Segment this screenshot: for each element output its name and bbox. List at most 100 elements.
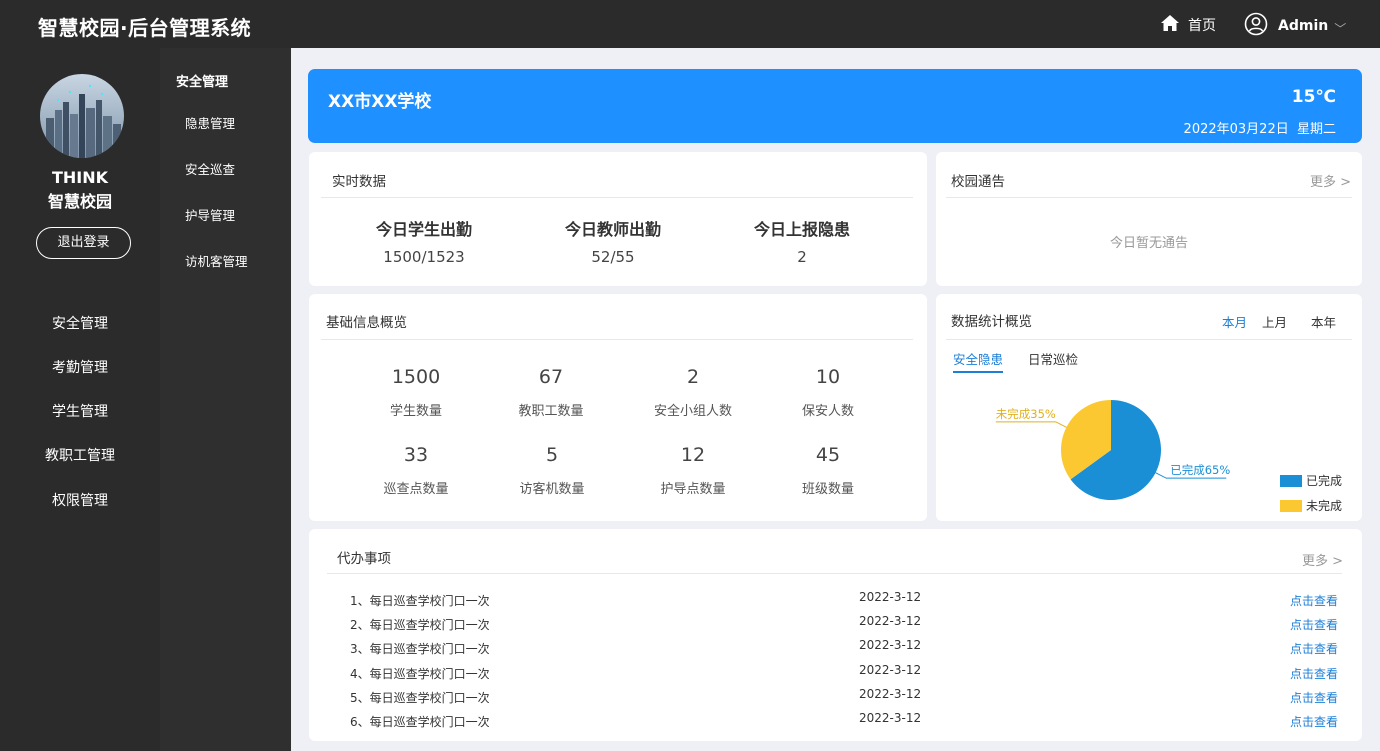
home-label: 首页 bbox=[1188, 18, 1216, 34]
notice-title: 校园通告 bbox=[951, 174, 1005, 190]
view-link[interactable]: 点击查看 bbox=[1290, 592, 1338, 609]
info-number: 33 bbox=[403, 444, 429, 466]
home-link[interactable]: 首页 bbox=[1160, 14, 1216, 36]
info-patrol-points: 33 巡查点数量 bbox=[346, 444, 486, 497]
todo-row: 1、每日巡查学校门口一次 2022-3-12 点击查看 bbox=[350, 590, 1340, 612]
realtime-title: 实时数据 bbox=[332, 174, 386, 190]
legend-incomplete: 未完成 bbox=[1280, 497, 1342, 514]
info-label: 护导点数量 bbox=[660, 482, 726, 497]
info-security-guards: 10 保安人数 bbox=[758, 366, 898, 419]
todo-text: 2、每日巡查学校门口一次 bbox=[350, 618, 490, 632]
info-label: 巡查点数量 bbox=[383, 482, 449, 497]
info-number: 1500 bbox=[391, 366, 441, 388]
todo-date: 2022-3-12 bbox=[859, 711, 922, 725]
stat-teacher-attendance: 今日教师出勤 52/55 bbox=[533, 216, 693, 266]
pie-data-label: 已完成65% bbox=[1170, 463, 1230, 477]
info-students: 1500 学生数量 bbox=[346, 366, 486, 419]
school-banner: XX市XX学校 15℃ 2022年03月22日 星期二 bbox=[308, 69, 1362, 143]
divider bbox=[946, 197, 1352, 198]
todo-row: 4、每日巡查学校门口一次 2022-3-12 点击查看 bbox=[350, 663, 1340, 685]
legend-label: 已完成 bbox=[1306, 474, 1343, 488]
sidebar-item-attendance[interactable]: 考勤管理 bbox=[0, 357, 160, 377]
subnav-item-hazard[interactable]: 隐患管理 bbox=[185, 113, 235, 132]
subnav-title: 安全管理 bbox=[176, 75, 229, 90]
user-name: Admin bbox=[1278, 18, 1329, 34]
todo-row: 2、每日巡查学校门口一次 2022-3-12 点击查看 bbox=[350, 614, 1340, 636]
stat-label: 今日上报隐患 bbox=[753, 220, 850, 239]
divider bbox=[321, 339, 913, 340]
sidebar-item-safety[interactable]: 安全管理 bbox=[0, 313, 160, 333]
weekday-text: 星期二 bbox=[1296, 122, 1336, 137]
info-label: 教职工数量 bbox=[518, 404, 584, 419]
user-menu[interactable]: Admin ﹀ bbox=[1244, 12, 1346, 40]
todo-title: 代办事项 bbox=[337, 551, 391, 567]
chevron-down-icon: ﹀ bbox=[1334, 21, 1347, 36]
sidebar-item-staff[interactable]: 教职工管理 bbox=[0, 445, 160, 465]
sub-nav: 安全管理 隐患管理 安全巡查 护导管理 访机客管理 bbox=[160, 48, 291, 751]
view-link[interactable]: 点击查看 bbox=[1290, 713, 1338, 730]
info-number: 67 bbox=[538, 366, 564, 388]
todo-text: 6、每日巡查学校门口一次 bbox=[350, 715, 490, 729]
todo-date: 2022-3-12 bbox=[859, 638, 922, 652]
date-text: 2022年03月22日 bbox=[1183, 122, 1289, 137]
todo-row: 6、每日巡查学校门口一次 2022-3-12 点击查看 bbox=[350, 711, 1340, 733]
subnav-item-visitor[interactable]: 访机客管理 bbox=[185, 251, 248, 270]
info-visitor-machines: 5 访客机数量 bbox=[482, 444, 622, 497]
info-classes: 45 班级数量 bbox=[758, 444, 898, 497]
info-number: 10 bbox=[815, 366, 841, 388]
pie-leader-line bbox=[995, 421, 1067, 428]
todo-row: 3、每日巡查学校门口一次 2022-3-12 点击查看 bbox=[350, 638, 1340, 660]
school-name: XX市XX学校 bbox=[328, 92, 432, 112]
info-number: 2 bbox=[686, 366, 700, 388]
avatar bbox=[40, 74, 124, 158]
todo-more-link[interactable]: 更多 > bbox=[1302, 550, 1343, 569]
stat-value: 2 bbox=[797, 248, 807, 266]
legend-swatch-incomplete bbox=[1280, 499, 1302, 512]
stat-student-attendance: 今日学生出勤 1500/1523 bbox=[344, 216, 504, 266]
brand-line2: 智慧校园 bbox=[47, 192, 112, 211]
legend-completed: 已完成 bbox=[1280, 472, 1342, 489]
app-title: 智慧校园·后台管理系统 bbox=[38, 16, 252, 40]
logout-button[interactable]: 退出登录 bbox=[36, 227, 131, 259]
info-number: 12 bbox=[680, 444, 706, 466]
info-number: 5 bbox=[545, 444, 559, 466]
todo-date: 2022-3-12 bbox=[859, 663, 922, 677]
todo-date: 2022-3-12 bbox=[859, 614, 922, 628]
legend-swatch-completed bbox=[1280, 474, 1302, 487]
view-link[interactable]: 点击查看 bbox=[1290, 640, 1338, 657]
notice-more-link[interactable]: 更多 > bbox=[1310, 171, 1351, 190]
todo-date: 2022-3-12 bbox=[859, 687, 922, 701]
sidebar: THINK 智慧校园 退出登录 安全管理 考勤管理 学生管理 教职工管理 权限管… bbox=[0, 48, 160, 751]
todo-date: 2022-3-12 bbox=[859, 590, 922, 604]
legend-label: 未完成 bbox=[1306, 499, 1343, 513]
info-number: 45 bbox=[815, 444, 841, 466]
basic-info-title: 基础信息概览 bbox=[326, 315, 407, 331]
info-label: 保安人数 bbox=[801, 404, 854, 419]
view-link[interactable]: 点击查看 bbox=[1290, 616, 1338, 633]
info-label: 班级数量 bbox=[801, 482, 854, 497]
subnav-item-patrol[interactable]: 安全巡查 bbox=[185, 159, 235, 178]
sidebar-item-students[interactable]: 学生管理 bbox=[0, 401, 160, 421]
basic-info-card: 基础信息概览 1500 学生数量 67 教职工数量 2 安全小组人数 10 保安… bbox=[309, 294, 927, 521]
stat-label: 今日学生出勤 bbox=[375, 220, 472, 239]
view-link[interactable]: 点击查看 bbox=[1290, 665, 1338, 682]
sidebar-item-permissions[interactable]: 权限管理 bbox=[0, 490, 160, 510]
brand-line1: THINK bbox=[51, 168, 109, 187]
todo-text: 1、每日巡查学校门口一次 bbox=[350, 594, 490, 608]
view-link[interactable]: 点击查看 bbox=[1290, 689, 1338, 706]
realtime-card: 实时数据 今日学生出勤 1500/1523 今日教师出勤 52/55 今日上报隐… bbox=[309, 152, 927, 286]
user-circle-icon bbox=[1244, 12, 1268, 40]
divider bbox=[327, 573, 1342, 574]
pie-data-label: 未完成35% bbox=[996, 407, 1056, 421]
home-icon bbox=[1160, 14, 1180, 36]
notice-empty-text: 今日暂无通告 bbox=[1109, 236, 1188, 251]
todo-text: 4、每日巡查学校门口一次 bbox=[350, 667, 490, 681]
temperature: 15℃ bbox=[1291, 87, 1336, 107]
info-label: 学生数量 bbox=[389, 404, 442, 419]
stat-value: 52/55 bbox=[591, 248, 635, 266]
info-label: 访客机数量 bbox=[519, 482, 585, 497]
subnav-item-guard[interactable]: 护导管理 bbox=[185, 205, 235, 224]
stat-hazard-reports: 今日上报隐患 2 bbox=[722, 216, 882, 266]
info-label: 安全小组人数 bbox=[653, 404, 732, 419]
date-display: 2022年03月22日 星期二 bbox=[1184, 118, 1336, 137]
